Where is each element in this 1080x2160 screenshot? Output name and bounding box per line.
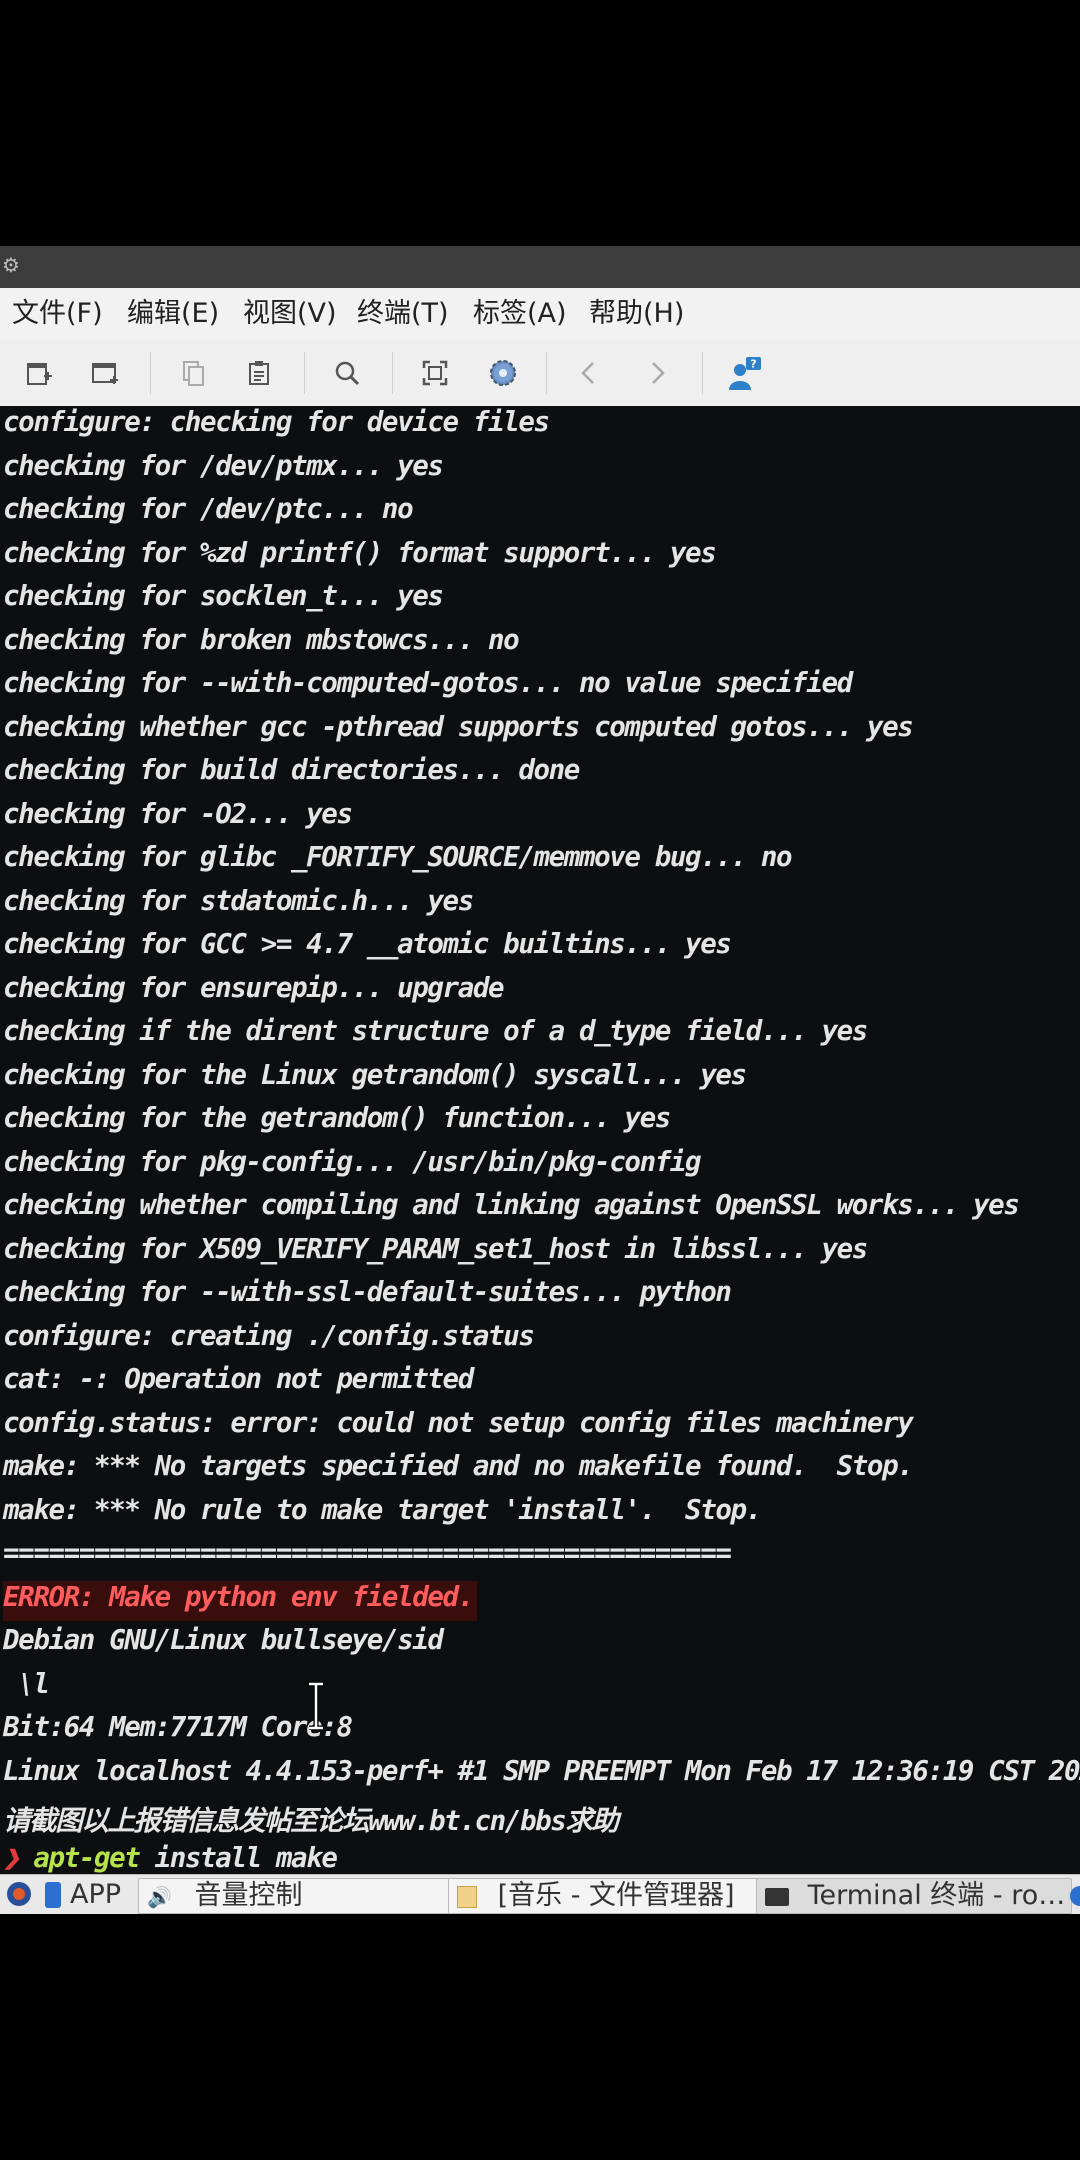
- folder-icon: [457, 1885, 477, 1908]
- svg-text:?: ?: [750, 358, 756, 371]
- menu-edit[interactable]: 编辑(E): [127, 288, 219, 340]
- terminal-line: checking for glibc _FORTIFY_SOURCE/memmo…: [3, 841, 793, 873]
- toolbar-separator: [150, 352, 151, 394]
- terminal-line: checking for %zd printf() format support…: [3, 536, 717, 569]
- forward-arrow-icon[interactable]: [634, 350, 680, 396]
- help-user-icon[interactable]: ?: [722, 350, 768, 396]
- search-icon[interactable]: [324, 350, 370, 396]
- terminal-line: checking for --with-ssl-default-suites..…: [3, 1276, 732, 1308]
- new-tab-icon[interactable]: [16, 350, 62, 396]
- copy-icon[interactable]: [170, 350, 216, 396]
- prompt-arrow: ❯: [3, 1841, 20, 1874]
- terminal-line: Linux localhost 4.4.153-perf+ #1 SMP PRE…: [3, 1754, 1080, 1787]
- error-message-line: ERROR: Make python env fielded.: [3, 1580, 477, 1621]
- terminal-line: make: *** No rule to make target 'instal…: [3, 1493, 762, 1526]
- terminal-line: checking for the Linux getrandom() sysca…: [3, 1058, 747, 1091]
- file-manager-task[interactable]: [音乐 - 文件管理器]: [448, 1878, 762, 1914]
- top-letterbox: [0, 0, 1080, 246]
- terminal-line: checking for --with-computed-gotos... no…: [3, 667, 853, 699]
- toolbar: ?: [0, 340, 1080, 407]
- terminal-window: ⚙ 文件(F) 编辑(E) 视图(V) 终端(T) 标签(A) 帮助(H) ? …: [0, 246, 1080, 1915]
- next-task-icon[interactable]: [1068, 1883, 1080, 1907]
- toolbar-separator: [546, 352, 547, 394]
- title-bar[interactable]: ⚙: [0, 246, 1080, 288]
- terminal-line: make: *** No targets specified and no ma…: [3, 1450, 914, 1482]
- fullscreen-icon[interactable]: [412, 350, 458, 396]
- terminal-line: checking for the getrandom() function...…: [3, 1102, 671, 1134]
- terminal-line: checking for X509_VERIFY_PARAM_set1_host…: [3, 1232, 868, 1265]
- menu-terminal[interactable]: 终端(T): [357, 288, 449, 340]
- terminal-line: checking for pkg-config... /usr/bin/pkg-…: [3, 1145, 702, 1178]
- terminal-line: checking for -O2... yes: [3, 797, 353, 830]
- new-window-icon[interactable]: [82, 350, 128, 396]
- terminal-line: Debian GNU/Linux bullseye/sid: [3, 1624, 444, 1656]
- toolbar-separator: [702, 352, 703, 394]
- app-launcher[interactable]: APP: [70, 1878, 130, 1912]
- terminal-line: checking for build directories... done: [3, 754, 580, 786]
- terminal-line: checking for GCC >= 4.7 __atomic builtin…: [3, 928, 732, 960]
- terminal-line: checking for ensurepip... upgrade: [3, 971, 505, 1004]
- taskbar: APP 🔊 音量控制 [音乐 - 文件管理器] Terminal 终端 - ro…: [0, 1874, 1080, 1915]
- prompt-line[interactable]: ❯ apt-get install make: [3, 1841, 338, 1875]
- file-manager-label: [音乐 - 文件管理器]: [497, 1880, 735, 1911]
- mobile-app-icon[interactable]: [44, 1881, 62, 1909]
- terminal-line: 请截图以上报错信息发帖至论坛www.bt.cn/bbs求助: [3, 1805, 619, 1837]
- menu-view[interactable]: 视图(V): [243, 288, 337, 340]
- text-cursor-icon: [309, 1682, 323, 1730]
- terminal-separator-line: ========================================…: [3, 1537, 732, 1569]
- speaker-icon: 🔊: [147, 1885, 172, 1909]
- terminal-task-label: Terminal 终端 - ro…: [807, 1880, 1066, 1911]
- terminal-line: checking whether gcc -pthread supports c…: [3, 710, 914, 743]
- terminal-output[interactable]: configure: checking for device files che…: [0, 406, 1080, 1874]
- start-menu-icon[interactable]: [6, 1881, 32, 1907]
- prompt-args: install make: [139, 1841, 338, 1874]
- prompt-command: apt-get: [33, 1841, 141, 1874]
- back-arrow-icon[interactable]: [566, 350, 612, 396]
- menu-tabs[interactable]: 标签(A): [473, 288, 567, 340]
- preferences-gear-icon[interactable]: [480, 350, 526, 396]
- terminal-line: Bit:64 Mem:7717M Core:8: [3, 1711, 353, 1743]
- window-menu-icon[interactable]: ⚙: [2, 254, 24, 276]
- toolbar-separator: [304, 352, 305, 394]
- terminal-task[interactable]: Terminal 终端 - ro…: [756, 1878, 1072, 1914]
- volume-control-label: 音量控制: [194, 1880, 303, 1911]
- terminal-line: checking if the dirent structure of a d_…: [3, 1015, 868, 1047]
- terminal-line: checking for /dev/ptmx... yes: [3, 449, 444, 482]
- paste-icon[interactable]: [236, 350, 282, 396]
- terminal-line: checking for socklen_t... yes: [3, 580, 444, 612]
- terminal-line: \l: [3, 1667, 50, 1700]
- terminal-line: checking whether compiling and linking a…: [3, 1189, 1020, 1221]
- terminal-line: checking for broken mbstowcs... no: [3, 623, 520, 656]
- terminal-line: checking for /dev/ptc... no: [3, 493, 414, 525]
- menu-help[interactable]: 帮助(H): [589, 288, 684, 340]
- terminal-icon: [765, 1887, 789, 1906]
- toolbar-separator: [392, 352, 393, 394]
- volume-control-task[interactable]: 🔊 音量控制: [138, 1878, 456, 1914]
- terminal-line: checking for stdatomic.h... yes: [3, 884, 474, 917]
- terminal-line: config.status: error: could not setup co…: [3, 1406, 914, 1439]
- terminal-line: cat: -: Operation not permitted: [3, 1363, 474, 1395]
- menu-bar: 文件(F) 编辑(E) 视图(V) 终端(T) 标签(A) 帮助(H): [0, 288, 1080, 340]
- terminal-line: configure: creating ./config.status: [3, 1319, 535, 1352]
- bottom-letterbox: [0, 1914, 1080, 2160]
- menu-file[interactable]: 文件(F): [12, 288, 103, 340]
- terminal-line: configure: checking for device files: [3, 406, 550, 438]
